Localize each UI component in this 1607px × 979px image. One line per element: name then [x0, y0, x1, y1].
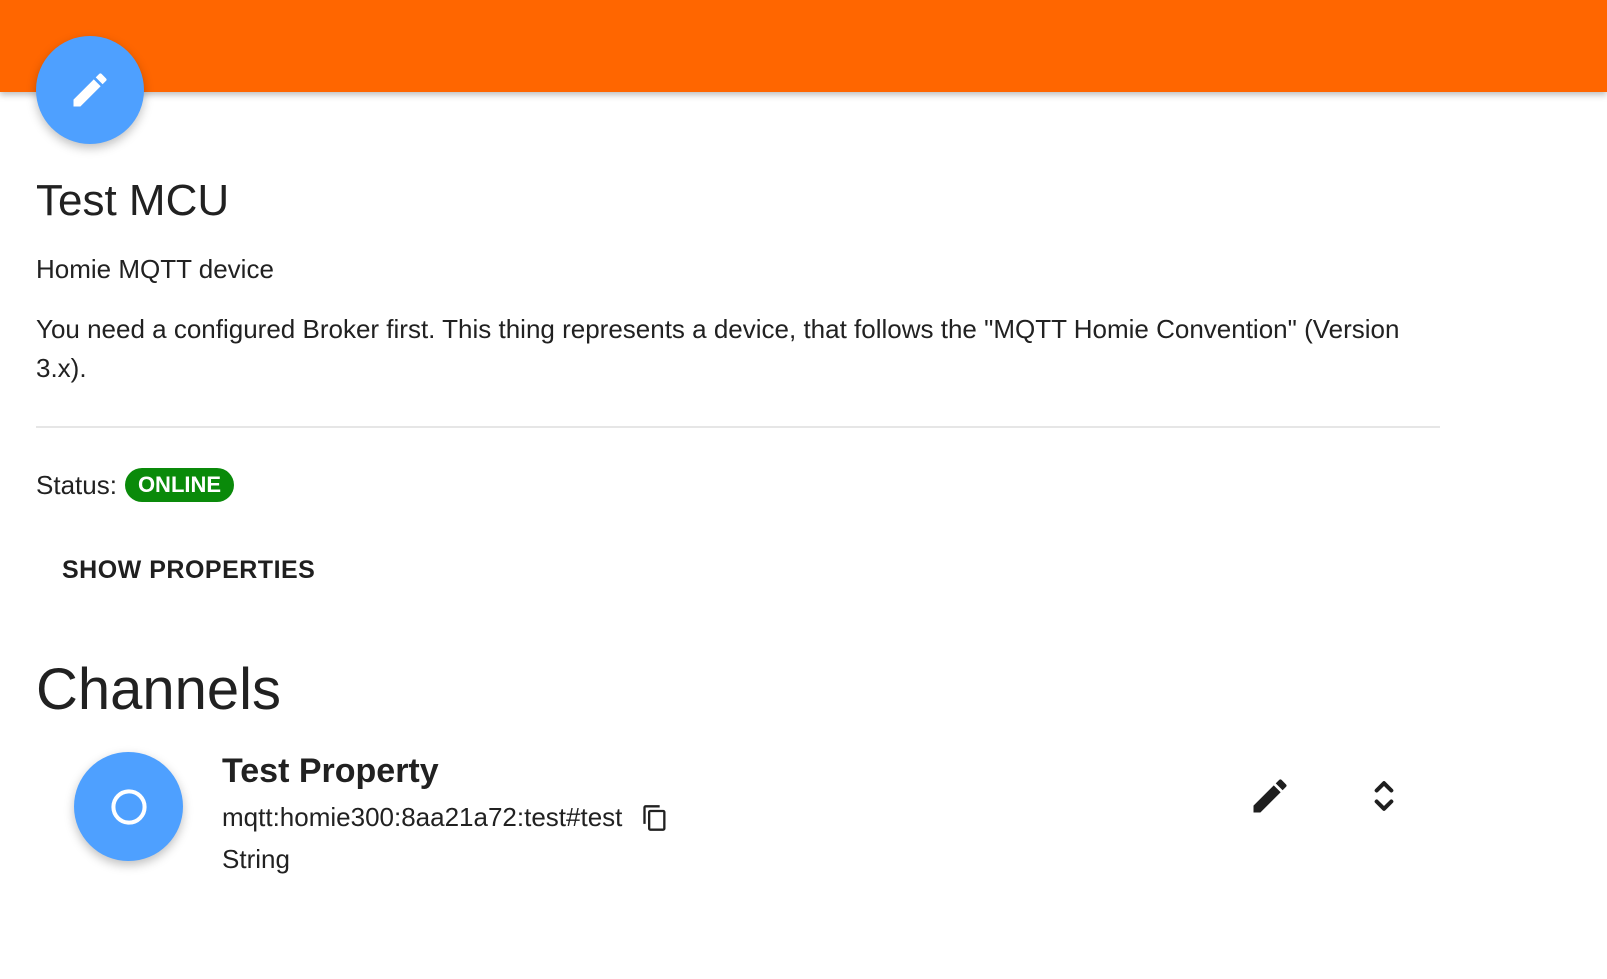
thing-page: Test MCU Homie MQTT device You need a co…	[0, 0, 1607, 979]
thing-description: You need a configured Broker first. This…	[36, 314, 1400, 383]
thing-subtitle: Homie MQTT device	[36, 254, 274, 284]
circle-outline-icon	[110, 788, 147, 825]
status-badge: ONLINE	[124, 468, 235, 502]
divider	[36, 426, 1440, 428]
header-bar	[0, 0, 1607, 92]
channel-avatar[interactable]	[74, 752, 183, 861]
channel-label: Test Property	[222, 752, 439, 790]
copy-uid-button[interactable]	[640, 803, 670, 833]
edit-channel-button[interactable]	[1242, 768, 1298, 824]
channel-type: String	[222, 844, 290, 874]
copy-icon	[643, 804, 666, 831]
channel-uid: mqtt:homie300:8aa21a72:test#test	[222, 802, 623, 832]
pencil-icon	[1253, 779, 1287, 813]
channel-uid-row: mqtt:homie300:8aa21a72:test#test	[222, 802, 670, 833]
edit-thing-button[interactable]	[36, 36, 144, 144]
thing-title: Test MCU	[36, 176, 230, 225]
status-row: Status: ONLINE	[36, 468, 235, 502]
pencil-icon	[73, 73, 107, 107]
expand-channel-button[interactable]	[1356, 768, 1412, 824]
unfold-more-icon	[1374, 781, 1394, 811]
channel-list-item: Test Property mqtt:homie300:8aa21a72:tes…	[0, 740, 1607, 890]
show-properties-button[interactable]: SHOW PROPERTIES	[46, 548, 331, 593]
status-label: Status:	[36, 469, 117, 500]
channels-heading: Channels	[36, 657, 282, 722]
